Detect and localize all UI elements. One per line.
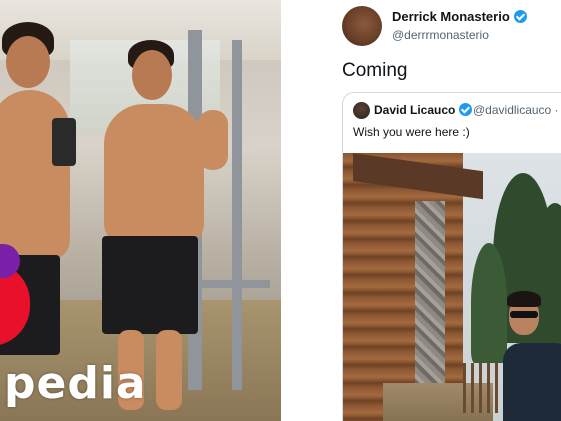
gym-selfie-photo: pedia	[0, 0, 281, 421]
quoted-author-handle[interactable]: @davidlicauco ·	[473, 103, 559, 117]
author-name[interactable]: Derrick Monasterio	[392, 9, 527, 24]
quoted-author-avatar[interactable]	[353, 102, 370, 119]
author-name-text[interactable]: Derrick Monasterio	[392, 9, 510, 24]
person-hair	[507, 291, 541, 307]
pine-tree	[471, 243, 507, 363]
cabin-photo[interactable]	[343, 153, 561, 421]
stone-chimney	[415, 201, 445, 391]
sunglasses	[510, 311, 538, 318]
deck-railing	[463, 363, 503, 413]
quoted-author-name[interactable]: David Licauco	[374, 103, 473, 117]
phone	[52, 118, 76, 166]
quoted-tweet-card[interactable]: David Licauco @davidlicauco · Wish you w…	[342, 92, 561, 421]
tweet-text: Coming	[342, 60, 408, 81]
author-handle[interactable]: @derrrmonasterio	[392, 28, 489, 42]
quoted-tweet-text: Wish you were here :)	[353, 125, 470, 139]
quoted-author-name-text[interactable]: David Licauco	[374, 103, 455, 117]
person-jacket	[503, 343, 561, 421]
gym-rack-post	[232, 40, 242, 390]
shorts	[102, 236, 198, 334]
author-avatar[interactable]	[342, 6, 382, 46]
verified-badge-icon	[513, 10, 527, 23]
watermark-text: pedia	[4, 358, 147, 409]
verified-badge-icon	[459, 103, 473, 116]
